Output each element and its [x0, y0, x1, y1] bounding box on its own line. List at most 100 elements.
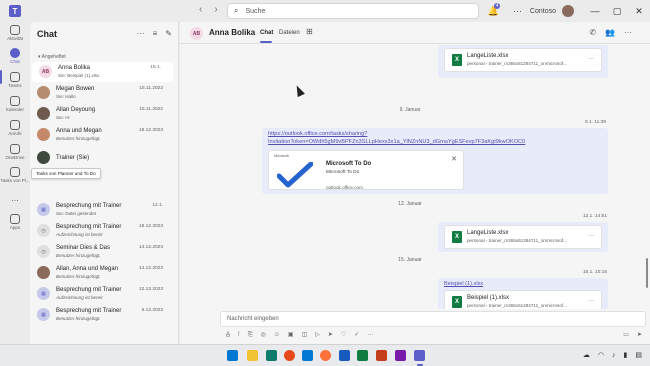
- format-icon[interactable]: A̲: [226, 332, 230, 338]
- search-icon: ⌕: [234, 6, 239, 15]
- scrollbar-thumb[interactable]: [646, 258, 648, 288]
- message-compose-box[interactable]: Nachricht eingeben: [220, 311, 646, 327]
- video-clip-icon[interactable]: ▭: [623, 332, 629, 338]
- preview-thumb-label: Microsoft: [274, 154, 289, 158]
- file-card[interactable]: X LangeListe.xlsx personal › trainer_m36…: [444, 225, 602, 249]
- notification-bell-icon[interactable]: 🔔 4: [488, 2, 501, 17]
- chat-list-item[interactable]: ▦ Besprechung mit Trainer Aufzeichnung ist…: [30, 284, 175, 304]
- notification-center-icon[interactable]: ▤: [635, 352, 642, 359]
- message-bubble: Beispiel (1).xlsx X Beispiel (1).xlsx pe…: [438, 278, 608, 309]
- edge-icon[interactable]: [266, 350, 277, 361]
- chat-list-item[interactable]: Megan Bowen Sie: Hallo 15.11.2022: [30, 83, 175, 103]
- rail-item-calls[interactable]: Anrufe: [0, 120, 30, 136]
- approvals-icon[interactable]: ✓: [354, 332, 359, 338]
- attach-icon[interactable]: ⎘: [248, 332, 253, 338]
- volume-icon[interactable]: ♪: [612, 352, 616, 359]
- chat-list-item[interactable]: Anna und Megan Benutzer hinzugefügt. 18.12…: [30, 125, 175, 145]
- teams-taskbar-icon[interactable]: [414, 350, 425, 361]
- cloud-tray-icon[interactable]: ☁: [583, 352, 590, 359]
- chat-list-item[interactable]: ◷ Seminar Dies & Das Benutzer hinzugefügt.…: [30, 242, 175, 262]
- word-icon[interactable]: [339, 350, 350, 361]
- rail-item-teams[interactable]: Teams: [0, 72, 30, 88]
- more-apps-icon[interactable]: ···: [367, 332, 373, 338]
- contact-avatar[interactable]: AB: [190, 27, 203, 40]
- close-button[interactable]: ✕: [628, 6, 650, 17]
- close-icon[interactable]: ✕: [451, 155, 457, 163]
- chat-list-item[interactable]: Allan Deyoung Sie: Hi 15.11.2022: [30, 104, 175, 124]
- chat-name: Megan Bowen: [56, 86, 95, 92]
- back-icon[interactable]: ‹: [199, 4, 202, 15]
- send-later-icon[interactable]: ➤: [328, 332, 333, 338]
- more-options-icon[interactable]: ···: [513, 6, 522, 16]
- file-more-icon[interactable]: ···: [588, 298, 594, 304]
- chat-list-item[interactable]: Trainer (Sie): [30, 148, 175, 168]
- rail-item-tasks[interactable]: Tasks von Pl...: [0, 167, 30, 183]
- people-icon[interactable]: 👥: [605, 28, 615, 37]
- rail-item-chat[interactable]: Chat: [0, 48, 30, 64]
- meet-icon[interactable]: ▷: [315, 332, 320, 338]
- chat-preview: Sie: Hallo: [56, 94, 76, 99]
- chat-date: 6.12.2023: [141, 308, 163, 313]
- tab-chat[interactable]: Chat: [260, 30, 273, 36]
- send-icon[interactable]: ➤: [637, 332, 642, 338]
- rail-item-activity[interactable]: Aktivität: [0, 25, 30, 41]
- message-link-token[interactable]: InvitationToken=OWdh5gM9vBPFZn3SLLpHexx3…: [268, 139, 525, 145]
- file-card[interactable]: X LangeListe.xlsx personal › trainer_m36…: [444, 48, 602, 72]
- forward-icon[interactable]: ›: [214, 4, 217, 15]
- emoji-icon[interactable]: ☺: [274, 332, 280, 338]
- date-divider: 15. Januar: [180, 257, 640, 265]
- file-more-icon[interactable]: ···: [588, 56, 594, 62]
- maximize-button[interactable]: ▢: [606, 6, 628, 17]
- rail-item-more[interactable]: ...: [0, 192, 30, 203]
- outlook-icon[interactable]: [302, 350, 313, 361]
- firefox-icon[interactable]: [320, 350, 331, 361]
- user-avatar[interactable]: [562, 5, 574, 17]
- windows-start-icon[interactable]: [227, 350, 238, 361]
- chat-list-item[interactable]: Allan, Anna und Megan Benutzer hinzugefüg…: [30, 263, 175, 283]
- excel-taskbar-icon[interactable]: [357, 350, 368, 361]
- file-explorer-icon[interactable]: [247, 350, 258, 361]
- minimize-button[interactable]: —: [584, 6, 606, 16]
- search-box[interactable]: ⌕ Suche: [227, 3, 479, 19]
- network-icon[interactable]: ◠: [598, 352, 604, 359]
- onenote-icon[interactable]: [395, 350, 406, 361]
- sticker-icon[interactable]: ◫: [302, 332, 308, 338]
- chat-name: Anna Bolika: [58, 65, 91, 71]
- rail-item-onedrive[interactable]: OneDrive: [0, 144, 30, 160]
- chat-list-item[interactable]: ▦ Besprechung mit Trainer Benutzer hinzuge…: [30, 305, 175, 325]
- loop-icon[interactable]: ◎: [261, 332, 266, 338]
- tab-files[interactable]: Dateien: [279, 30, 300, 36]
- chat-list-item[interactable]: ◷ Besprechung mit Trainer Aufzeichnung ist…: [30, 221, 175, 241]
- chat-list-title: Chat: [37, 29, 57, 39]
- pinned-section-label[interactable]: ▾ Angeheftet: [38, 54, 66, 60]
- filter-icon[interactable]: ≡: [153, 29, 158, 38]
- chat-list-item[interactable]: AB Anna Bolika Sie: Beispiel (1).xlsx 15.1.: [32, 62, 173, 82]
- message-bubble: X LangeListe.xlsx personal › trainer_m36…: [438, 222, 608, 252]
- chat-preview: Sie: Hi: [56, 115, 70, 120]
- battery-icon[interactable]: ▮: [624, 352, 628, 359]
- chat-list-item[interactable]: ▦ Besprechung mit Trainer Sie: Datei gesen…: [30, 200, 175, 220]
- chrome-icon[interactable]: [284, 350, 295, 361]
- more-options-icon[interactable]: ···: [137, 29, 145, 38]
- attachment-link[interactable]: Beispiel (1).xlsx: [444, 281, 483, 287]
- link-preview-card[interactable]: Microsoft Microsoft To Do Microsoft To D…: [268, 150, 464, 190]
- file-card[interactable]: X Beispiel (1).xlsx personal › trainer_m…: [444, 290, 602, 309]
- org-name[interactable]: Contoso: [530, 8, 556, 15]
- more-options-icon[interactable]: ···: [624, 28, 632, 37]
- add-tab-icon[interactable]: ⊞: [306, 27, 313, 36]
- powerpoint-icon[interactable]: [376, 350, 387, 361]
- file-more-icon[interactable]: ···: [588, 233, 594, 239]
- praise-icon[interactable]: ♡: [341, 332, 346, 338]
- gif-icon[interactable]: ▣: [288, 332, 294, 338]
- urgent-icon[interactable]: !: [238, 332, 240, 338]
- rail-item-apps[interactable]: Apps: [0, 214, 30, 230]
- phone-icon: [10, 120, 20, 130]
- calendar-icon: [10, 96, 20, 106]
- call-icon[interactable]: ✆: [589, 28, 596, 37]
- chat-avatar: AB: [39, 65, 52, 78]
- chat-list-panel: Chat ··· ≡ ✎ ▾ Angeheftet AB Anna Bolika Sie…: [30, 22, 179, 344]
- message-link[interactable]: https://outlook.office.com/tasks/sharing…: [268, 131, 367, 137]
- rail-item-calendar[interactable]: Kalender: [0, 96, 30, 112]
- chat-preview: Sie: Datei gesendet: [56, 211, 97, 216]
- new-chat-icon[interactable]: ✎: [165, 29, 172, 38]
